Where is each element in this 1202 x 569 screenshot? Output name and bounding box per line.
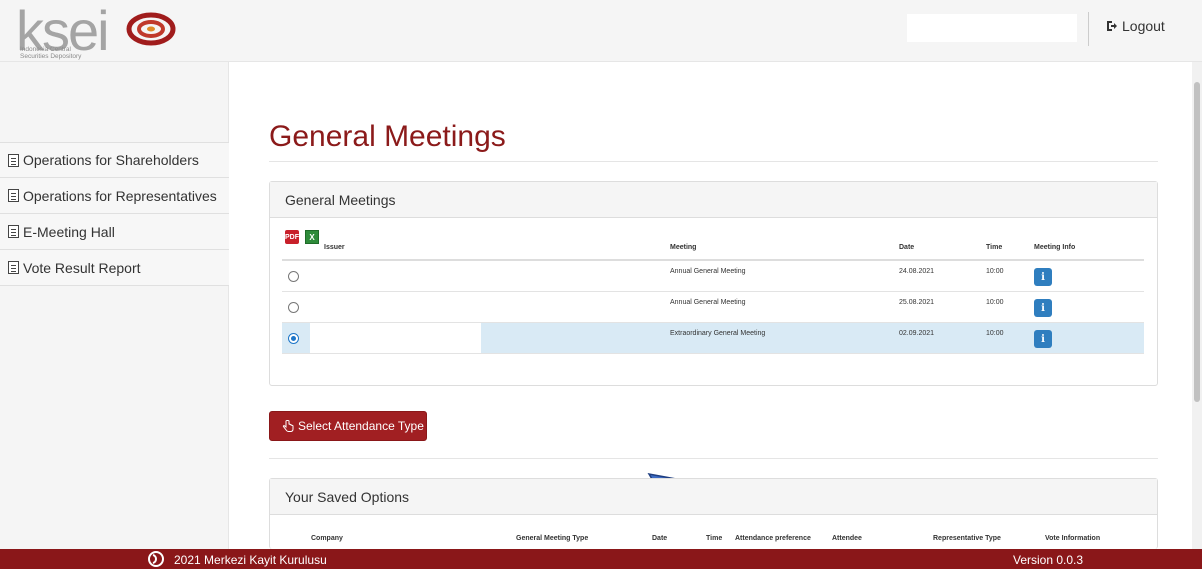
ksei-logo[interactable]: ksei Indonesia Central Securities Deposi… (8, 0, 208, 62)
meeting-cell: Annual General Meeting (670, 299, 746, 306)
date-cell: 24.08.2021 (899, 268, 935, 275)
column-header-representative-type[interactable]: Representative Type (933, 535, 1001, 542)
issuer-cell (310, 323, 481, 353)
sidebar: Operations for Shareholders Operations f… (0, 62, 229, 549)
sidebar-item-operations-shareholders[interactable]: Operations for Shareholders (0, 142, 229, 178)
column-header-meeting[interactable]: Meeting (670, 244, 696, 251)
column-header-issuer[interactable]: Issuer (324, 244, 345, 251)
panel-heading: Your Saved Options (270, 479, 1157, 515)
sidebar-item-label: E-Meeting Hall (23, 223, 115, 240)
logo-mark-icon (126, 12, 176, 46)
column-header-attendance-preference[interactable]: Attendance preference (735, 535, 811, 542)
meeting-info-button[interactable]: i (1034, 299, 1052, 317)
table-row-selected[interactable]: Extraordinary General Meeting 02.09.2021… (282, 323, 1144, 354)
column-header-attendee[interactable]: Attendee (832, 535, 862, 542)
column-header-meeting-info[interactable]: Meeting Info (1034, 244, 1075, 251)
column-header-vote-information[interactable]: Vote Information (1045, 535, 1100, 542)
section-divider (269, 458, 1158, 459)
footer-copyright: 2021 Merkezi Kayit Kurulusu (174, 553, 327, 567)
row-select-radio[interactable] (288, 302, 299, 313)
general-meetings-panel: General Meetings PDF X Issuer Meeting Da… (269, 181, 1158, 386)
footer-logo-icon (148, 551, 164, 567)
saved-options-panel: Your Saved Options Company General Meeti… (269, 478, 1158, 549)
sidebar-item-label: Operations for Shareholders (23, 152, 199, 168)
logo-subtitle: Indonesia Central Securities Depository (20, 46, 82, 60)
column-header-company[interactable]: Company (311, 535, 343, 542)
sidebar-item-vote-result-report[interactable]: Vote Result Report (0, 250, 229, 286)
meeting-cell: Annual General Meeting (670, 268, 746, 275)
sidebar-item-operations-representatives[interactable]: Operations for Representatives (0, 178, 229, 214)
hand-pointer-icon (282, 420, 294, 432)
main-content: General Meetings General Meetings PDF X … (229, 62, 1202, 549)
pdf-export-icon[interactable]: PDF (285, 230, 299, 244)
table-row[interactable]: Annual General Meeting 24.08.2021 10:00 … (282, 261, 1144, 292)
footer: 2021 Merkezi Kayit Kurulusu Version 0.0.… (0, 549, 1202, 569)
time-cell: 10:00 (986, 330, 1004, 337)
user-name-box (907, 14, 1077, 42)
sidebar-item-e-meeting-hall[interactable]: E-Meeting Hall (0, 214, 229, 250)
time-cell: 10:00 (986, 268, 1004, 275)
issuer-cell (310, 261, 481, 291)
meeting-info-button[interactable]: i (1034, 330, 1052, 348)
logout-icon (1107, 21, 1117, 31)
document-icon (8, 225, 19, 238)
row-select-radio[interactable] (288, 333, 299, 344)
page-scrollbar[interactable] (1192, 62, 1202, 549)
header-divider (1088, 12, 1089, 46)
column-header-time[interactable]: Time (986, 244, 1002, 251)
table-row[interactable]: Annual General Meeting 25.08.2021 10:00 … (282, 292, 1144, 323)
logout-label: Logout (1122, 18, 1165, 34)
footer-version: Version 0.0.3 (1013, 553, 1084, 567)
date-cell: 25.08.2021 (899, 299, 935, 306)
export-toolbar: PDF X (285, 230, 319, 244)
excel-export-icon[interactable]: X (305, 230, 319, 244)
meeting-cell: Extraordinary General Meeting (670, 330, 766, 337)
meeting-info-button[interactable]: i (1034, 268, 1052, 286)
time-cell: 10:00 (986, 299, 1004, 306)
panel-heading: General Meetings (270, 182, 1157, 218)
document-icon (8, 189, 19, 202)
sidebar-item-label: Vote Result Report (23, 259, 141, 276)
scrollbar-thumb[interactable] (1194, 82, 1200, 402)
select-attendance-type-label: Select Attendance Type (298, 419, 424, 433)
page-title: General Meetings (269, 120, 506, 153)
select-attendance-type-button[interactable]: Select Attendance Type (269, 411, 427, 441)
column-header-date[interactable]: Date (899, 244, 914, 251)
column-header-meeting-type[interactable]: General Meeting Type (516, 535, 588, 542)
column-header-time[interactable]: Time (706, 535, 722, 542)
sidebar-item-label: Operations for Representatives (23, 187, 217, 204)
document-icon (8, 153, 19, 167)
top-bar: ksei Indonesia Central Securities Deposi… (0, 0, 1202, 62)
logout-link[interactable]: Logout (1106, 18, 1165, 34)
issuer-cell (310, 292, 481, 322)
date-cell: 02.09.2021 (899, 330, 935, 337)
column-header-date[interactable]: Date (652, 535, 667, 542)
title-divider (269, 161, 1158, 162)
row-select-radio[interactable] (288, 271, 299, 282)
document-icon (8, 261, 19, 274)
